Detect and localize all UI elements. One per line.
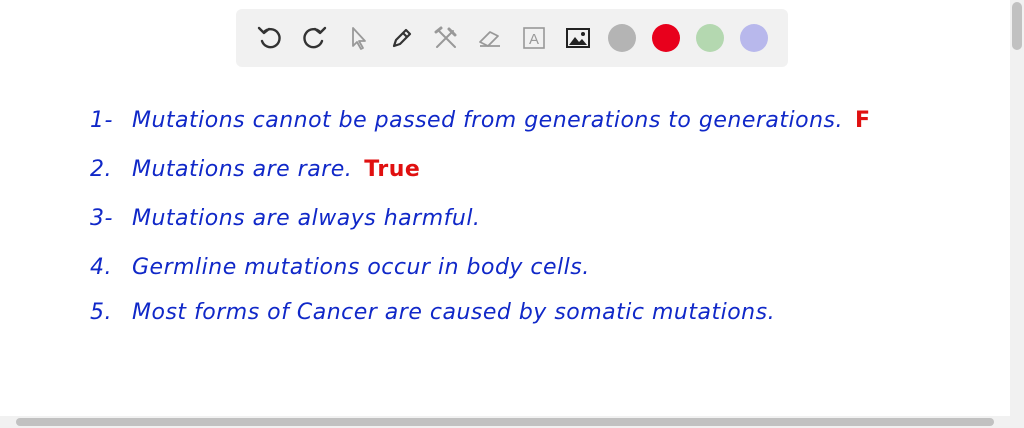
note-line-5: 5. Most forms of Cancer are caused by so…	[90, 300, 775, 325]
eraser-icon	[479, 31, 500, 47]
color-swatch-green[interactable]	[696, 24, 724, 52]
pen-icon	[392, 28, 412, 48]
note-line-3: 3- Mutations are always harmful.	[90, 206, 480, 231]
note-line-2: 2. Mutations are rare. True	[90, 157, 420, 182]
color-swatch-gray[interactable]	[608, 24, 636, 52]
text-icon: A	[523, 27, 545, 49]
drawing-toolbar: A	[236, 9, 788, 67]
note-answer: F	[854, 108, 871, 133]
note-number: 4.	[90, 255, 112, 280]
vertical-scroll-thumb[interactable]	[1012, 2, 1022, 50]
note-answer: True	[364, 157, 421, 182]
note-number: 2.	[90, 157, 112, 182]
note-number: 5.	[90, 300, 112, 325]
note-text: Mutations are always harmful.	[132, 206, 481, 231]
note-text: Most forms of Cancer are caused by somat…	[132, 300, 776, 325]
undo-button[interactable]	[248, 16, 292, 60]
tools-button[interactable]	[424, 16, 468, 60]
note-text: Mutations are rare.	[132, 157, 353, 182]
whiteboard-canvas[interactable]: 1- Mutations cannot be passed from gener…	[0, 70, 1010, 416]
pointer-icon	[352, 27, 366, 50]
eraser-button[interactable]	[468, 16, 512, 60]
pen-button[interactable]	[380, 16, 424, 60]
undo-icon	[257, 26, 281, 49]
horizontal-scrollbar[interactable]	[0, 416, 1010, 428]
color-swatch-lavender[interactable]	[740, 24, 768, 52]
note-number: 1-	[90, 108, 113, 133]
text-button[interactable]: A	[512, 16, 556, 60]
note-text: Mutations cannot be passed from generati…	[132, 108, 843, 133]
note-line-4: 4. Germline mutations occur in body cell…	[90, 255, 590, 280]
redo-button[interactable]	[292, 16, 336, 60]
vertical-scrollbar[interactable]	[1010, 0, 1024, 428]
horizontal-scroll-thumb[interactable]	[16, 418, 994, 426]
note-line-1: 1- Mutations cannot be passed from gener…	[90, 108, 871, 133]
text-tool-glyph: A	[529, 31, 539, 48]
note-text: Germline mutations occur in body cells.	[132, 255, 590, 280]
image-icon	[566, 28, 590, 48]
tools-icon	[434, 26, 457, 48]
pointer-button[interactable]	[336, 16, 380, 60]
color-swatch-red[interactable]	[652, 24, 680, 52]
image-button[interactable]	[556, 16, 600, 60]
note-number: 3-	[90, 206, 113, 231]
redo-icon	[303, 26, 327, 49]
